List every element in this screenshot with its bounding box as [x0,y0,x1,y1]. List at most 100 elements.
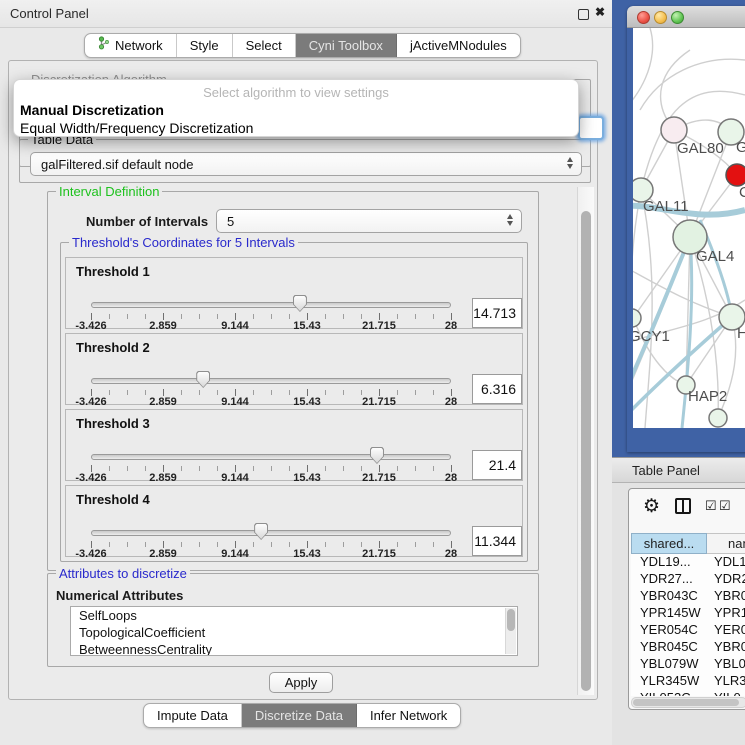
number-of-intervals-combo[interactable]: 5 [216,209,522,233]
slider-thumb[interactable] [254,523,268,540]
table-cell[interactable]: YBR043C [631,588,707,605]
checkbox-checked-icon[interactable]: ☑ [719,498,731,514]
table-cell[interactable]: YIL052C [631,690,707,696]
main-scrollbar-thumb[interactable] [581,211,591,691]
close-traffic-button[interactable] [637,11,650,24]
table-cell[interactable]: YBR0 [707,588,745,605]
slider-ticks [91,389,451,396]
tab-impute-data[interactable]: Impute Data [144,704,242,727]
table-cell[interactable]: YLR345W [631,673,707,690]
table-header-row: shared... name [631,533,745,554]
table-cell[interactable]: YER0 [707,622,745,639]
table-horizontal-scrollbar[interactable] [631,697,745,708]
table-row[interactable]: YLR345WYLR3 [631,673,745,690]
gear-icon[interactable]: ⚙ [643,495,660,518]
column-header-shared-name[interactable]: shared... [631,533,707,554]
threshold-slider[interactable]: -3.4262.8599.14415.4321.71528 [90,450,452,480]
table-horizontal-scrollbar-thumb[interactable] [633,699,739,706]
threshold-value-input[interactable]: 14.713 [472,298,522,328]
table-cell[interactable]: YER054C [631,622,707,639]
slider-scale-label: 28 [445,396,457,408]
popup-hint-text: Select algorithm to view settings [14,80,578,100]
option-manual-discretization[interactable]: Manual Discretization [20,102,164,118]
table-cell[interactable]: YDR27... [631,571,707,588]
slider-track[interactable] [91,454,451,460]
slider-scale-label: -3.426 [75,320,106,332]
table-cell[interactable]: YDL19... [631,554,707,571]
slider-ticks [91,313,451,320]
table-data-combo[interactable]: galFiltered.sif default node [30,152,582,176]
column-header-name[interactable]: name [707,533,745,554]
table-cell[interactable]: YBL0 [707,656,745,673]
table-row[interactable]: YDR27...YDR2 [631,571,745,588]
number-of-intervals-label: Number of Intervals [86,214,208,229]
table-cell[interactable]: YPR145W [631,605,707,622]
slider-major-tick [307,389,308,396]
zoom-traffic-button[interactable] [671,11,684,24]
table-cell[interactable]: YBR045C [631,639,707,656]
table-row[interactable]: YBR045CYBR0 [631,639,745,656]
slider-track[interactable] [91,378,451,384]
slider-thumb[interactable] [196,371,210,388]
slider-thumb[interactable] [370,447,384,464]
table-cell[interactable]: YDR2 [707,571,745,588]
close-icon[interactable]: ✖ [595,5,605,19]
apply-button[interactable]: Apply [269,672,333,693]
minimize-traffic-button[interactable] [654,11,667,24]
slider-major-tick [379,313,380,320]
slider-track[interactable] [91,530,451,536]
threshold-slider[interactable]: -3.4262.8599.14415.4321.71528 [90,298,452,328]
tab-jactivemnodules[interactable]: jActiveMNodules [397,34,520,57]
slider-scale-label: 28 [445,320,457,332]
table-cell[interactable]: YLR3 [707,673,745,690]
threshold-slider[interactable]: -3.4262.8599.14415.4321.71528 [90,374,452,404]
threshold-value-input[interactable]: 21.4 [472,450,522,480]
slider-scale-label: 9.144 [221,320,249,332]
table-cell[interactable]: YPR1 [707,605,745,622]
table-row[interactable]: YIL052CYIL0 [631,690,745,696]
table-row[interactable]: YER054CYER0 [631,622,745,639]
list-item[interactable]: TopologicalCoefficient [71,624,517,641]
slider-scale-label: 21.715 [362,548,396,560]
node-gcy1[interactable] [633,309,641,327]
tab-cyni-toolbox[interactable]: Cyni Toolbox [296,34,397,57]
threshold-value-input[interactable]: 6.316 [472,374,522,404]
list-item[interactable]: BetweennessCentrality [71,641,517,656]
tab-discretize-data[interactable]: Discretize Data [242,704,357,727]
threshold-row: Threshold 4 -3.4262.8599.14415.4321.7152… [65,485,523,557]
column-split-icon[interactable] [675,498,691,514]
table-row[interactable]: YPR145WYPR1 [631,605,745,622]
list-scrollbar[interactable] [505,608,516,654]
tab-style[interactable]: Style [177,34,233,57]
tab-network[interactable]: Network [85,34,177,57]
option-equal-width-frequency[interactable]: Equal Width/Frequency Discretization [20,120,253,136]
network-window-titlebar[interactable] [627,6,745,28]
table-cell[interactable]: YBL079W [631,656,707,673]
slider-thumb[interactable] [293,295,307,312]
node-bottom[interactable] [709,409,727,427]
table-row[interactable]: YDL19...YDL1 [631,554,745,571]
threshold-value-input[interactable]: 11.344 [472,526,522,556]
slider-scale-label: -3.426 [75,396,106,408]
main-scrollbar[interactable] [577,187,594,695]
bottom-tab-bar: Impute Data Discretize Data Infer Networ… [143,703,461,728]
slider-scale-label: 15.43 [293,472,321,484]
network-canvas[interactable]: GAL80 GA C GAL11 GAL4 GCY1 H HAP2 [633,28,745,428]
table-row[interactable]: YBR043CYBR0 [631,588,745,605]
float-window-icon[interactable] [578,9,589,20]
table-cell[interactable]: YBR0 [707,639,745,656]
node-selected-red[interactable] [726,164,745,186]
thresholds-group-title: Threshold's Coordinates for 5 Intervals [69,235,298,250]
tab-infer-network[interactable]: Infer Network [357,704,460,727]
slider-major-tick [163,541,164,548]
table-cell[interactable]: YIL0 [707,690,745,696]
algorithm-combo-focused-fragment[interactable] [578,116,604,140]
slider-track[interactable] [91,302,451,308]
threshold-slider[interactable]: -3.4262.8599.14415.4321.71528 [90,526,452,556]
threshold-label: Threshold 1 [76,264,150,279]
checkbox-checked-icon[interactable]: ☑ [705,498,717,514]
tab-select[interactable]: Select [233,34,296,57]
list-item[interactable]: SelfLoops [71,607,517,624]
table-row[interactable]: YBL079WYBL0 [631,656,745,673]
table-cell[interactable]: YDL1 [707,554,745,571]
